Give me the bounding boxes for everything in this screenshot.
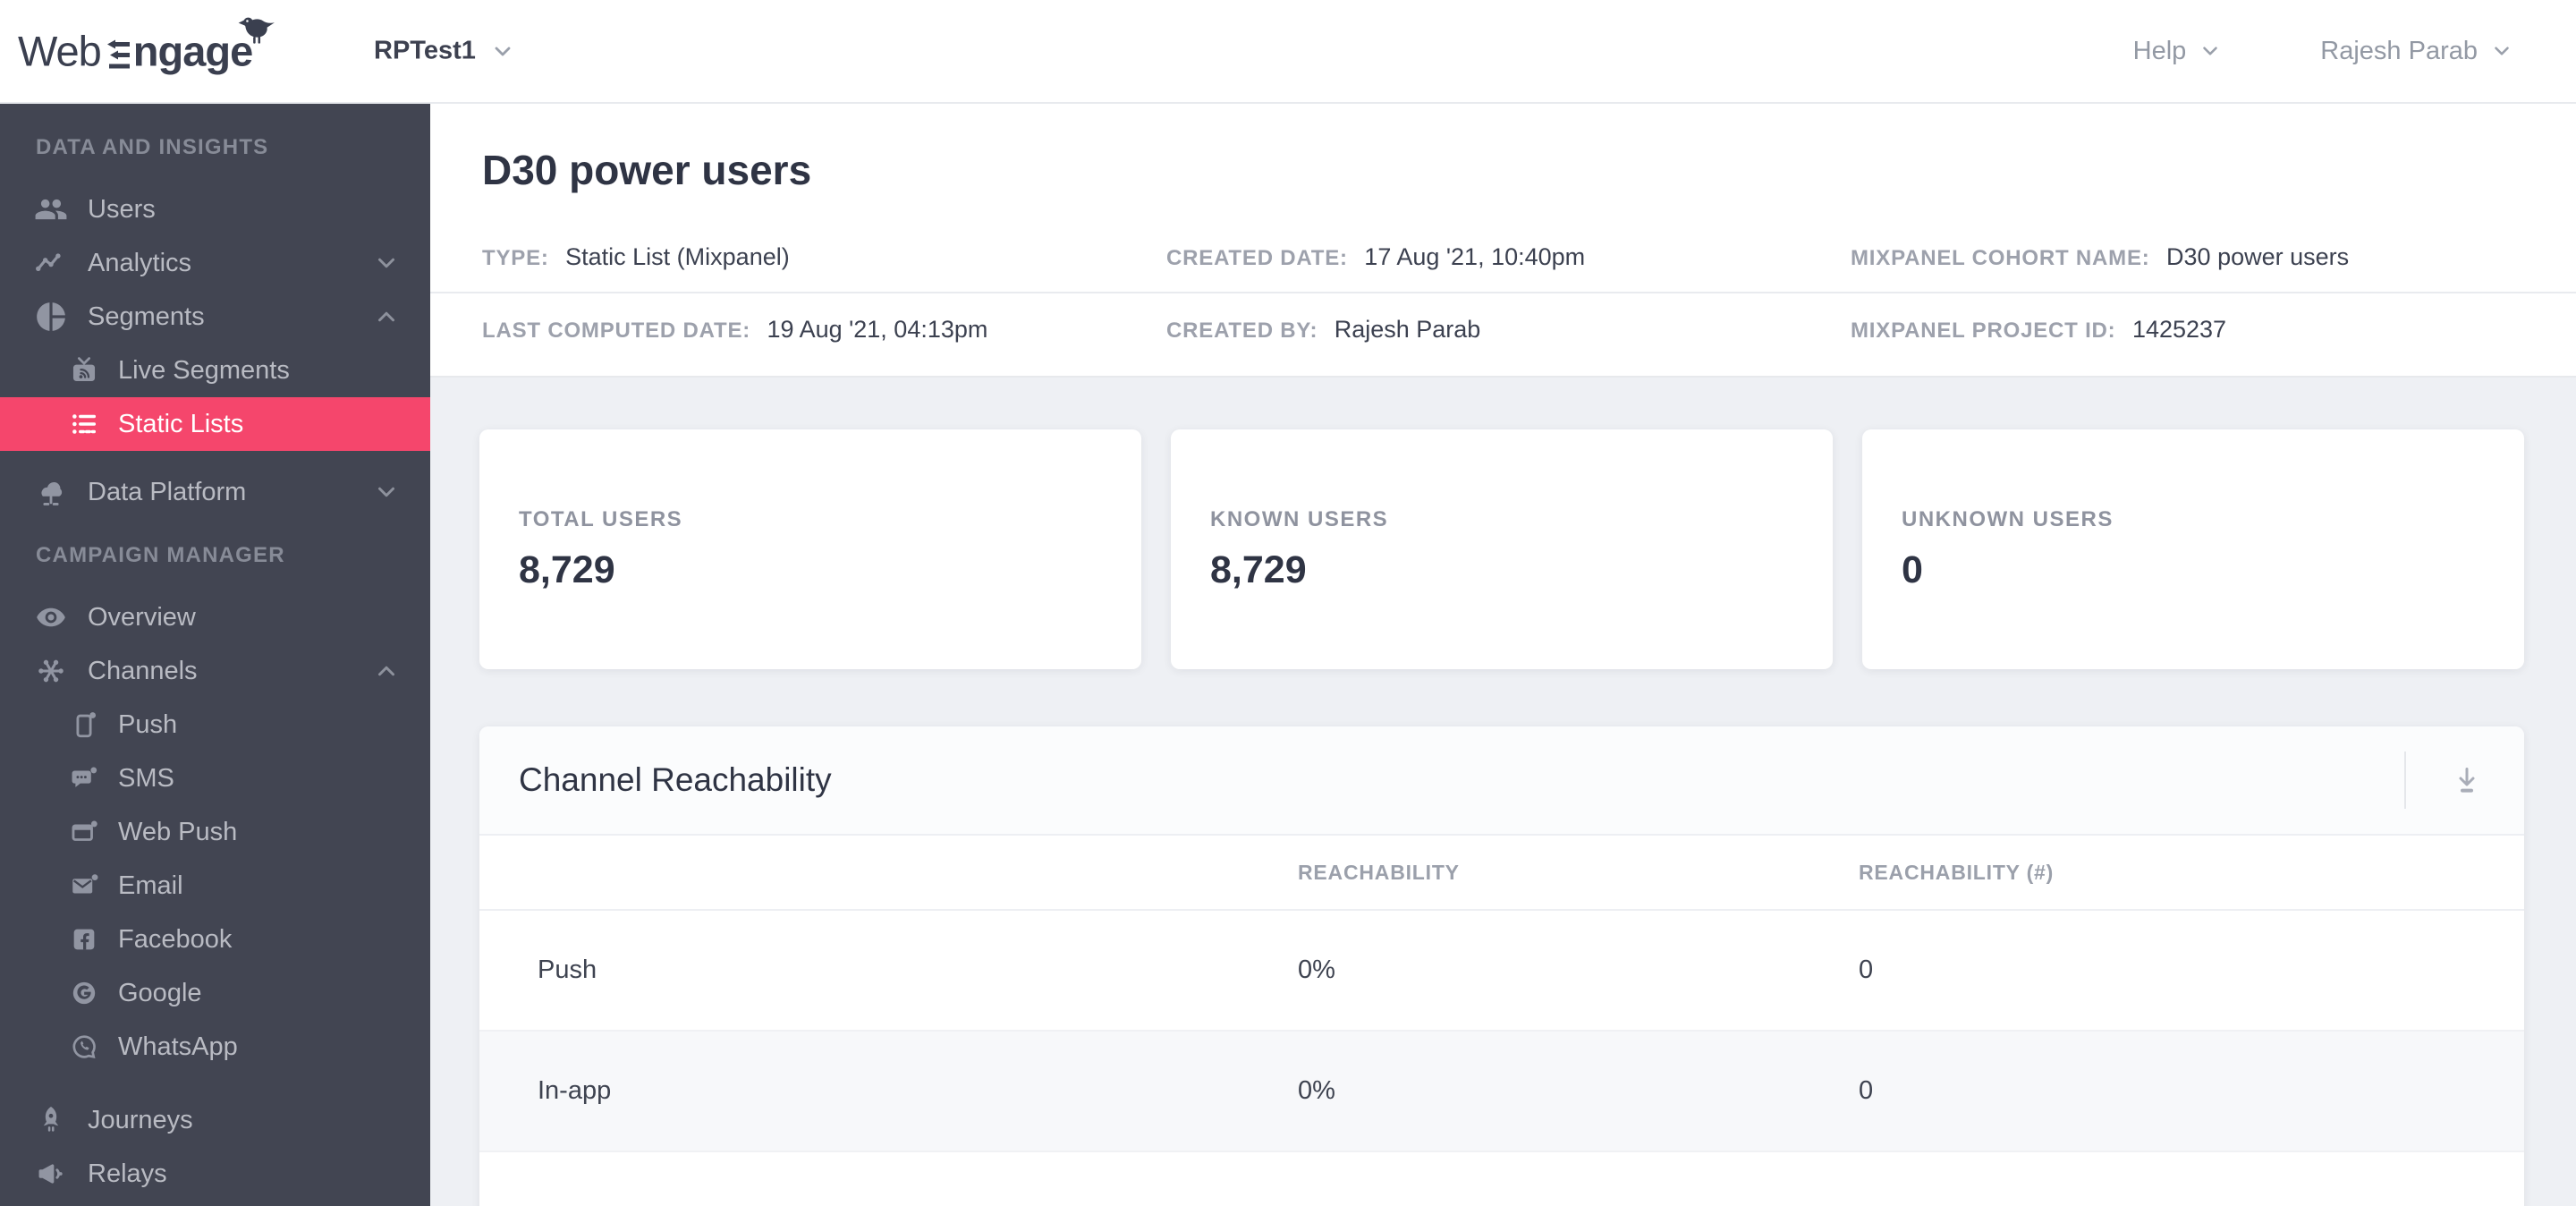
- chevron-down-icon: [373, 250, 400, 276]
- webengage-logo[interactable]: Web ngage: [18, 17, 275, 76]
- channels-hub-icon: [32, 652, 70, 690]
- sidebar-item-sms[interactable]: SMS: [0, 752, 430, 805]
- chevron-down-icon: [495, 47, 511, 55]
- page-header: D30 power users TYPE: Static List (Mixpa…: [430, 104, 2576, 378]
- sidebar-item-data-platform[interactable]: Data Platform: [0, 465, 430, 519]
- facebook-icon: [68, 923, 100, 955]
- card-value: 0: [1902, 548, 1923, 591]
- meta-row-1: TYPE: Static List (Mixpanel) CREATED DAT…: [430, 222, 2576, 293]
- whatsapp-icon: [68, 1031, 100, 1063]
- chevron-up-icon: [373, 658, 400, 684]
- sidebar-section-data-and-insights: DATA AND INSIGHTS Users Analytics Segmen…: [0, 104, 430, 519]
- chevron-up-icon: [373, 303, 400, 330]
- reachability-count: 0: [1859, 1076, 1874, 1105]
- stat-cards-row: TOTAL USERS 8,729 KNOWN USERS 8,729 UNKN…: [479, 429, 2524, 669]
- download-button[interactable]: [2442, 755, 2492, 805]
- sidebar-item-whatsapp[interactable]: WhatsApp: [0, 1020, 430, 1074]
- sidebar-item-relays[interactable]: Relays: [0, 1147, 430, 1201]
- card-value: 8,729: [519, 548, 615, 591]
- segments-pie-icon: [32, 298, 70, 335]
- meta-type: TYPE: Static List (Mixpanel): [482, 242, 790, 270]
- card-label: UNKNOWN USERS: [1902, 506, 2114, 531]
- web-push-browser-icon: [68, 816, 100, 848]
- static-lists-icon: [68, 408, 100, 440]
- sidebar-item-analytics[interactable]: Analytics: [0, 236, 430, 290]
- total-users-card: TOTAL USERS 8,729: [479, 429, 1141, 669]
- project-name: RPTest1: [374, 36, 476, 65]
- reachability-value: 0%: [1298, 955, 1335, 984]
- journeys-rocket-icon: [32, 1101, 70, 1139]
- help-label: Help: [2132, 36, 2187, 65]
- reachability-count: 0: [1859, 955, 1874, 984]
- reachability-column-header: REACHABILITY: [1298, 860, 1460, 884]
- table-header-row: REACHABILITY REACHABILITY (#): [479, 836, 2524, 911]
- chevron-down-icon: [373, 479, 400, 505]
- logo-bird-icon: [238, 17, 275, 44]
- sidebar: DATA AND INSIGHTS Users Analytics Segmen…: [0, 104, 430, 1206]
- header-divider: [2404, 752, 2406, 809]
- topbar-right-group: Help Rajesh Parab: [2133, 0, 2513, 102]
- relays-megaphone-icon: [32, 1155, 70, 1193]
- sidebar-item-journeys[interactable]: Journeys: [0, 1093, 430, 1147]
- table-row-push: Push 0% 0: [479, 911, 2524, 1032]
- meta-mixpanel-cohort-name: MIXPANEL COHORT NAME: D30 power users: [1851, 242, 2350, 270]
- section-label-data-and-insights: DATA AND INSIGHTS: [36, 135, 269, 159]
- google-icon: [68, 977, 100, 1009]
- eye-icon: [32, 599, 70, 636]
- user-menu[interactable]: Rajesh Parab: [2320, 37, 2513, 66]
- unknown-users-card: UNKNOWN USERS 0: [1862, 429, 2524, 669]
- sidebar-item-users[interactable]: Users: [0, 183, 430, 236]
- sidebar-item-channels[interactable]: Channels: [0, 644, 430, 698]
- project-selector[interactable]: RPTest1: [374, 37, 515, 66]
- analytics-icon: [32, 244, 70, 282]
- panel-title: Channel Reachability: [519, 761, 832, 798]
- page-title: D30 power users: [482, 147, 812, 193]
- download-icon: [2459, 768, 2475, 793]
- sidebar-item-live-segments[interactable]: Live Segments: [0, 344, 430, 397]
- reachability-count-column-header: REACHABILITY (#): [1859, 860, 2055, 884]
- help-menu[interactable]: Help: [2133, 37, 2223, 66]
- email-envelope-icon: [68, 870, 100, 902]
- channel-name: Push: [538, 955, 597, 984]
- logo-arrows-icon: [106, 39, 130, 68]
- section-label-campaign-manager: CAMPAIGN MANAGER: [36, 543, 285, 567]
- sidebar-item-push[interactable]: Push: [0, 698, 430, 752]
- logo-text-web: Web: [18, 27, 102, 75]
- meta-row-2: LAST COMPUTED DATE: 19 Aug '21, 04:13pm …: [430, 293, 2576, 365]
- card-value: 8,729: [1210, 548, 1307, 591]
- card-label: TOTAL USERS: [519, 506, 683, 531]
- known-users-card: KNOWN USERS 8,729: [1171, 429, 1833, 669]
- sidebar-item-static-lists[interactable]: Static Lists: [0, 397, 430, 451]
- channel-name: In-app: [538, 1076, 612, 1105]
- top-navigation-bar: Web ngage RPTest1 Help Rajesh Parab: [0, 0, 2576, 104]
- live-segments-icon: [68, 354, 100, 386]
- chevron-down-icon: [2495, 47, 2509, 55]
- user-name: Rajesh Parab: [2320, 36, 2478, 65]
- sidebar-item-google[interactable]: Google: [0, 966, 430, 1020]
- card-label: KNOWN USERS: [1210, 506, 1389, 531]
- sidebar-item-segments[interactable]: Segments: [0, 290, 430, 344]
- sidebar-item-overview[interactable]: Overview: [0, 590, 430, 644]
- table-row-in-app: In-app 0% 0: [479, 1032, 2524, 1152]
- data-platform-cloud-icon: [32, 473, 70, 511]
- logo-text-ngage: ngage: [132, 27, 253, 75]
- sidebar-item-facebook[interactable]: Facebook: [0, 913, 430, 966]
- meta-mixpanel-project-id: MIXPANEL PROJECT ID: 1425237: [1851, 315, 2227, 343]
- channel-reachability-panel: Channel Reachability REACHABILITY REACHA…: [479, 726, 2524, 1206]
- users-icon: [32, 191, 70, 228]
- push-phone-icon: [68, 709, 100, 741]
- sidebar-item-web-push[interactable]: Web Push: [0, 805, 430, 859]
- sms-chat-icon: [68, 762, 100, 794]
- panel-header: Channel Reachability: [479, 726, 2524, 836]
- meta-last-computed-date: LAST COMPUTED DATE: 19 Aug '21, 04:13pm: [482, 315, 988, 343]
- sidebar-section-campaign-manager: CAMPAIGN MANAGER Overview Channels Push: [0, 542, 430, 1201]
- reachability-value: 0%: [1298, 1076, 1335, 1105]
- sidebar-item-email[interactable]: Email: [0, 859, 430, 913]
- main-content: D30 power users TYPE: Static List (Mixpa…: [430, 104, 2576, 1206]
- meta-created-date: CREATED DATE: 17 Aug '21, 10:40pm: [1166, 242, 1586, 270]
- meta-created-by: CREATED BY: Rajesh Parab: [1166, 315, 1481, 343]
- chevron-down-icon: [2203, 47, 2218, 55]
